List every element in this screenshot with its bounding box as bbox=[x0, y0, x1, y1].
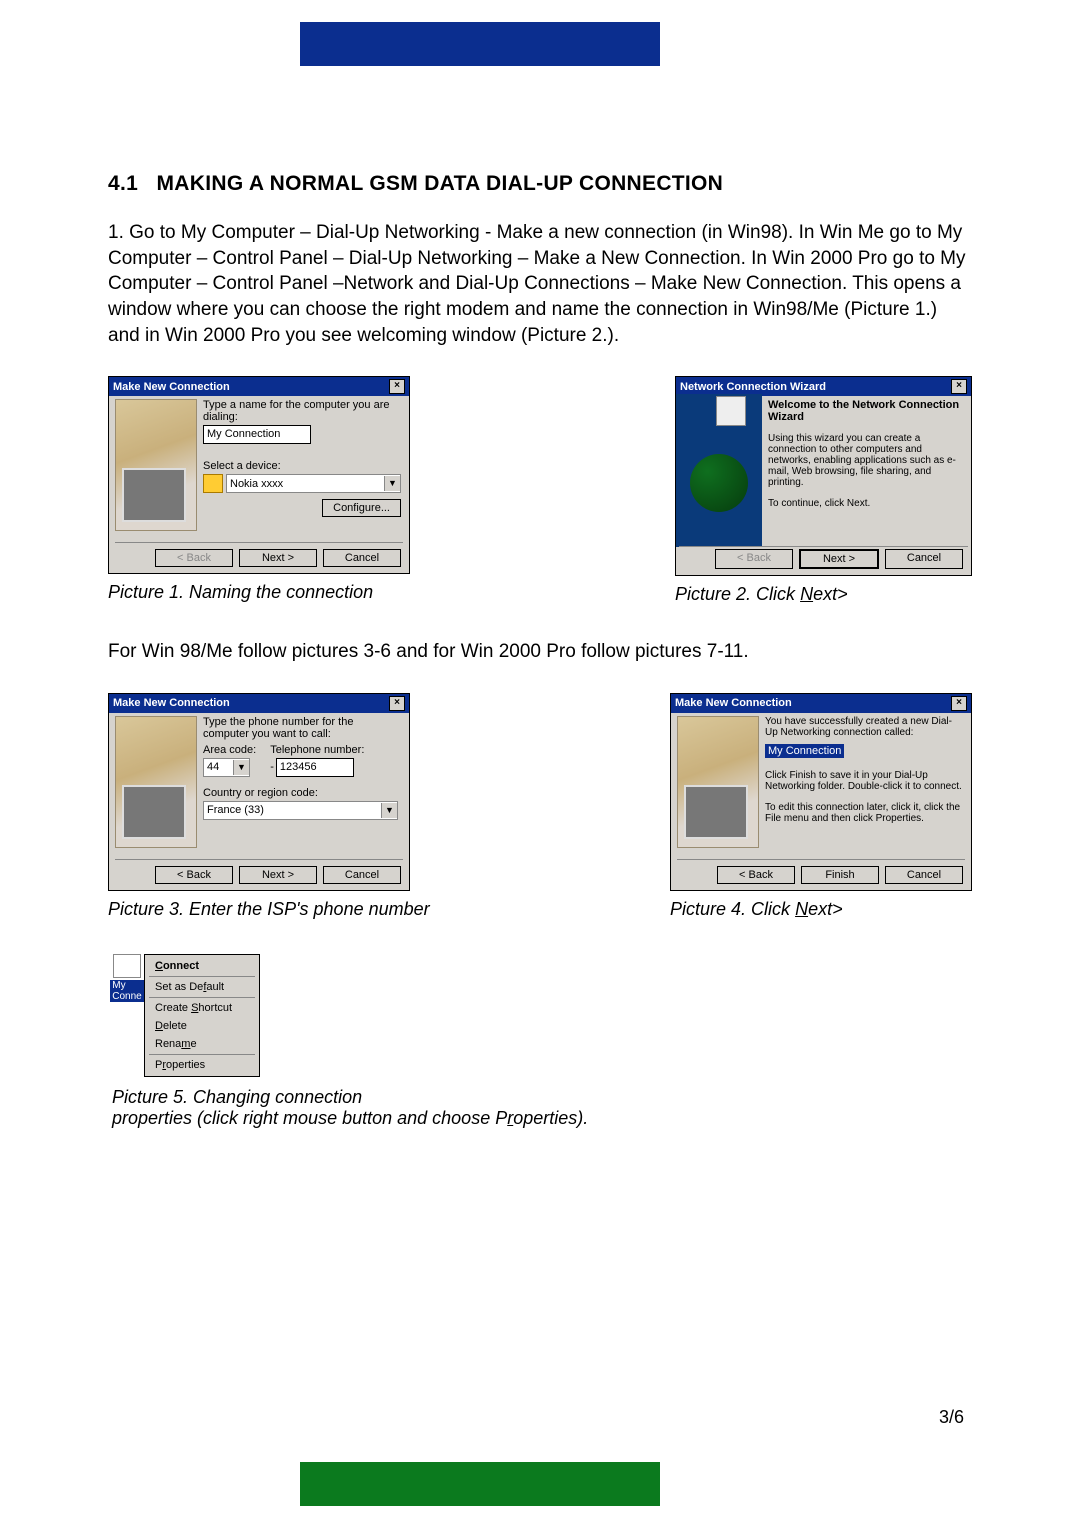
cancel-button[interactable]: Cancel bbox=[885, 549, 963, 569]
mid-paragraph: For Win 98/Me follow pictures 3-6 and fo… bbox=[108, 639, 972, 665]
close-icon[interactable]: × bbox=[951, 696, 967, 711]
next-button[interactable]: Next > bbox=[239, 549, 317, 567]
context-menu: Connect Set as Default Create Shortcut D… bbox=[144, 954, 260, 1077]
chevron-down-icon[interactable]: ▼ bbox=[233, 760, 249, 775]
dialog-title: Make New Connection bbox=[113, 381, 230, 393]
monitor-icon bbox=[122, 785, 186, 839]
wizard-graphic bbox=[677, 716, 759, 848]
figure-4: Make New Connection × You have successfu… bbox=[670, 693, 972, 946]
back-button[interactable]: < Back bbox=[155, 866, 233, 884]
cancel-button[interactable]: Cancel bbox=[323, 866, 401, 884]
close-icon[interactable]: × bbox=[389, 379, 405, 394]
figure-3-caption: Picture 3. Enter the ISP's phone number bbox=[108, 899, 430, 920]
phone-prompt: Type the phone number for the computer y… bbox=[203, 716, 401, 740]
menu-properties[interactable]: Properties bbox=[147, 1056, 257, 1074]
figure-3: Make New Connection × Type the phone num… bbox=[108, 693, 430, 946]
menu-delete[interactable]: Delete bbox=[147, 1017, 257, 1035]
device-dropdown[interactable]: Nokia xxxx ▼ bbox=[226, 474, 401, 493]
globe-icon bbox=[690, 454, 748, 512]
figure-2-caption: Picture 2. Click Next> bbox=[675, 584, 972, 605]
dialog-title: Make New Connection bbox=[675, 697, 792, 709]
wizard-heading: Welcome to the Network Connection Wizard bbox=[768, 399, 963, 423]
back-button: < Back bbox=[715, 549, 793, 569]
section-number: 4.1 bbox=[108, 172, 138, 195]
cancel-button[interactable]: Cancel bbox=[885, 866, 963, 884]
network-connection-wizard-dialog: Network Connection Wizard × Welcome to t… bbox=[675, 376, 972, 576]
back-button[interactable]: < Back bbox=[717, 866, 795, 884]
figure-2: Network Connection Wizard × Welcome to t… bbox=[675, 376, 972, 631]
figure-row-2: Make New Connection × Type the phone num… bbox=[108, 693, 972, 946]
edit-text: To edit this connection later, click it,… bbox=[765, 802, 963, 824]
make-new-connection-dialog: Make New Connection × Type a name for th… bbox=[108, 376, 410, 574]
chevron-down-icon[interactable]: ▼ bbox=[381, 803, 397, 818]
phone-number-dialog: Make New Connection × Type the phone num… bbox=[108, 693, 410, 891]
configure-button[interactable]: Configure... bbox=[322, 499, 401, 517]
intro-paragraph: 1. Go to My Computer – Dial-Up Networkin… bbox=[108, 220, 972, 348]
dialog-title: Make New Connection bbox=[113, 697, 230, 709]
area-code-dropdown[interactable]: 44 ▼ bbox=[203, 758, 250, 777]
footer-band bbox=[300, 1462, 660, 1506]
dialog-title: Network Connection Wizard bbox=[680, 381, 826, 393]
area-code-label: Area code: bbox=[203, 744, 256, 756]
monitor-icon bbox=[122, 468, 186, 522]
wizard-graphic bbox=[115, 716, 197, 848]
dialog-titlebar: Make New Connection × bbox=[109, 377, 409, 396]
connection-shortcut-icon[interactable]: My Conne bbox=[112, 954, 142, 1002]
dialup-icon bbox=[113, 954, 141, 978]
menu-rename[interactable]: Rename bbox=[147, 1035, 257, 1053]
figure-5-caption: Picture 5. Changing connection propertie… bbox=[112, 1087, 632, 1129]
figure-row-1: Make New Connection × Type a name for th… bbox=[108, 376, 972, 631]
dialog-titlebar: Make New Connection × bbox=[671, 694, 971, 713]
country-value: France (33) bbox=[207, 804, 264, 816]
finish-button[interactable]: Finish bbox=[801, 866, 879, 884]
section-heading: 4.1 MAKING A NORMAL GSM DATA DIAL-UP CON… bbox=[108, 172, 972, 196]
modem-icon bbox=[203, 474, 223, 493]
next-button[interactable]: Next > bbox=[799, 549, 879, 569]
figure-1: Make New Connection × Type a name for th… bbox=[108, 376, 410, 631]
close-icon[interactable]: × bbox=[389, 696, 405, 711]
area-code-value: 44 bbox=[207, 761, 219, 773]
icon-label: My Conne bbox=[110, 980, 143, 1002]
menu-set-default[interactable]: Set as Default bbox=[147, 978, 257, 996]
cancel-button[interactable]: Cancel bbox=[323, 549, 401, 567]
wizard-side-graphic bbox=[676, 394, 762, 547]
wizard-graphic bbox=[115, 399, 197, 531]
menu-create-shortcut[interactable]: Create Shortcut bbox=[147, 999, 257, 1017]
figure-5: My Conne Connect Set as Default Create S… bbox=[112, 954, 972, 1129]
header-band bbox=[300, 22, 660, 66]
country-dropdown[interactable]: France (33) ▼ bbox=[203, 801, 398, 820]
monitor-icon bbox=[684, 785, 748, 839]
chevron-down-icon[interactable]: ▼ bbox=[384, 476, 400, 491]
device-value: Nokia xxxx bbox=[230, 478, 283, 490]
menu-connect[interactable]: Connect bbox=[147, 957, 257, 975]
page-number: 3/6 bbox=[939, 1407, 964, 1428]
back-button: < Back bbox=[155, 549, 233, 567]
document-body: 4.1 MAKING A NORMAL GSM DATA DIAL-UP CON… bbox=[108, 172, 972, 1155]
dialog-titlebar: Make New Connection × bbox=[109, 694, 409, 713]
wizard-desc: Using this wizard you can create a conne… bbox=[768, 433, 963, 488]
wizard-continue: To continue, click Next. bbox=[768, 498, 963, 509]
figure-1-caption: Picture 1. Naming the connection bbox=[108, 582, 410, 603]
close-icon[interactable]: × bbox=[951, 379, 967, 394]
section-title: MAKING A NORMAL GSM DATA DIAL-UP CONNECT… bbox=[157, 172, 724, 195]
finish-dialog: Make New Connection × You have successfu… bbox=[670, 693, 972, 891]
connection-name-input[interactable]: My Connection bbox=[203, 425, 311, 444]
wizard-icon bbox=[716, 396, 746, 426]
device-label: Select a device: bbox=[203, 460, 401, 472]
country-label: Country or region code: bbox=[203, 787, 401, 799]
connection-highlight: My Connection bbox=[765, 744, 844, 758]
telephone-label: Telephone number: bbox=[270, 744, 364, 756]
next-button[interactable]: Next > bbox=[239, 866, 317, 884]
telephone-input[interactable]: 123456 bbox=[276, 758, 354, 777]
figure-4-caption: Picture 4. Click Next> bbox=[670, 899, 972, 920]
success-text: You have successfully created a new Dial… bbox=[765, 716, 963, 738]
save-text: Click Finish to save it in your Dial-Up … bbox=[765, 770, 963, 792]
name-label: Type a name for the computer you are dia… bbox=[203, 399, 401, 423]
